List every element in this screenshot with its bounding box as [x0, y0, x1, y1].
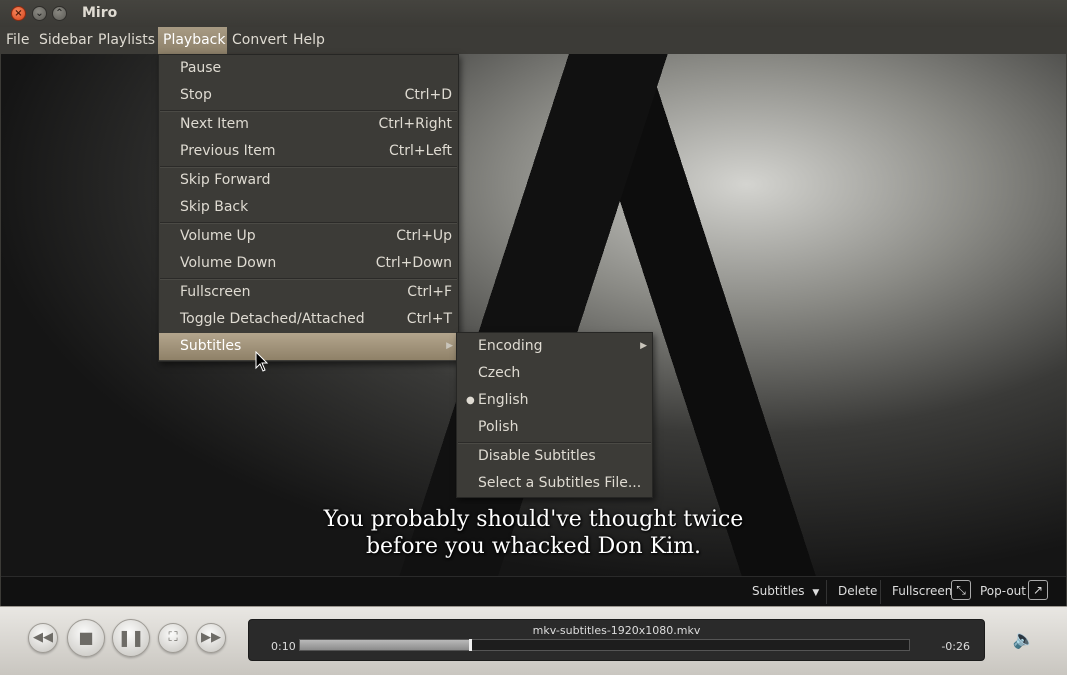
- menu-item-next-item[interactable]: Next Item Ctrl+Right: [159, 111, 458, 138]
- mouse-cursor-icon: [255, 351, 269, 372]
- menu-item-toggle-detached[interactable]: Toggle Detached/Attached Ctrl+T: [159, 306, 458, 333]
- menu-playback[interactable]: Playback: [158, 27, 227, 54]
- menu-item-label: Select a Subtitles File...: [478, 475, 642, 491]
- menu-item-shortcut: Ctrl+Down: [375, 255, 452, 271]
- menu-item-volume-down[interactable]: Volume Down Ctrl+Down: [159, 250, 458, 277]
- menu-item-shortcut: Ctrl+Up: [396, 228, 452, 244]
- popout-button[interactable]: Pop-out: [980, 577, 1026, 607]
- pause-icon[interactable]: ❚❚: [112, 619, 150, 657]
- playback-bar: ◀◀ ■ ❚❚ ⛶ ▶▶ mkv-subtitles-1920x1080.mkv…: [0, 606, 1067, 675]
- close-icon[interactable]: ×: [11, 6, 26, 21]
- menu-item-skip-forward[interactable]: Skip Forward: [159, 167, 458, 194]
- progress-slider[interactable]: [299, 639, 910, 651]
- menu-item-shortcut: Ctrl+Right: [378, 116, 452, 132]
- subtitle-text: You probably should've thought twice bef…: [1, 506, 1066, 560]
- menu-bar: File Sidebar Playlists Playback Convert …: [0, 27, 1067, 54]
- fast-forward-icon[interactable]: ▶▶: [196, 623, 226, 653]
- menu-help[interactable]: Help: [288, 27, 330, 54]
- menu-file[interactable]: File: [1, 27, 34, 54]
- menu-item-subtitles[interactable]: Subtitles ▶: [159, 333, 458, 360]
- subtitles-dropdown[interactable]: Subtitles ▼: [752, 577, 819, 607]
- chevron-down-icon: ▼: [812, 588, 820, 598]
- submenu-item-czech[interactable]: Czech: [457, 360, 652, 387]
- progress-thumb[interactable]: [469, 639, 472, 651]
- menu-item-shortcut: Ctrl+Left: [389, 143, 452, 159]
- fullscreen-button[interactable]: Fullscreen: [892, 577, 952, 607]
- menu-item-label: Volume Up: [180, 228, 256, 244]
- submenu-item-polish[interactable]: Polish: [457, 414, 652, 441]
- menu-item-volume-up[interactable]: Volume Up Ctrl+Up: [159, 223, 458, 250]
- fullscreen-icon[interactable]: ⛶: [158, 623, 188, 653]
- menu-item-shortcut: Ctrl+F: [407, 284, 452, 300]
- volume-icon[interactable]: 🔈: [1012, 627, 1036, 653]
- divider: [880, 580, 881, 604]
- menu-item-stop[interactable]: Stop Ctrl+D: [159, 82, 458, 109]
- remaining-time: -0:26: [941, 640, 970, 653]
- subtitles-dropdown-label: Subtitles: [752, 584, 805, 598]
- menu-item-fullscreen[interactable]: Fullscreen Ctrl+F: [159, 279, 458, 306]
- menu-item-label: Fullscreen: [180, 284, 251, 300]
- submenu-item-select-file[interactable]: Select a Subtitles File...: [457, 470, 652, 497]
- maximize-icon[interactable]: ⌃: [52, 6, 67, 21]
- fullscreen-icon[interactable]: ⤡: [951, 580, 971, 600]
- menu-item-label: Previous Item: [180, 143, 276, 159]
- submenu-arrow-icon: ▶: [446, 341, 453, 351]
- menu-item-previous-item[interactable]: Previous Item Ctrl+Left: [159, 138, 458, 165]
- menu-item-label: Stop: [180, 87, 212, 103]
- subtitle-line-2: before you whacked Don Kim.: [365, 534, 702, 559]
- menu-item-label: English: [478, 392, 529, 408]
- playback-menu: Pause Stop Ctrl+D Next Item Ctrl+Right P…: [158, 54, 459, 362]
- menu-item-label: Czech: [478, 365, 521, 381]
- menu-playlists[interactable]: Playlists: [93, 27, 160, 54]
- menu-item-label: Polish: [478, 419, 519, 435]
- video-toolbar: Subtitles ▼ Delete Fullscreen ⤡ Pop-out …: [1, 576, 1066, 607]
- menu-item-label: Pause: [180, 60, 222, 76]
- menu-item-label: Disable Subtitles: [478, 448, 596, 464]
- delete-button[interactable]: Delete: [838, 577, 877, 607]
- menu-item-label: Skip Forward: [180, 172, 271, 188]
- window-title: Miro: [82, 5, 118, 21]
- menu-item-label: Next Item: [180, 116, 249, 132]
- minimize-icon[interactable]: ⌄: [32, 6, 47, 21]
- subtitle-line-1: You probably should've thought twice: [323, 507, 744, 532]
- rewind-icon[interactable]: ◀◀: [28, 623, 58, 653]
- submenu-item-english[interactable]: ● English: [457, 387, 652, 414]
- menu-item-skip-back[interactable]: Skip Back: [159, 194, 458, 221]
- elapsed-time: 0:10: [271, 640, 296, 653]
- menu-item-label: Toggle Detached/Attached: [180, 311, 365, 327]
- subtitles-submenu: Encoding ▶ Czech ● English Polish Disabl…: [456, 332, 653, 498]
- menu-item-label: Encoding: [478, 338, 543, 354]
- radio-bullet-icon: ●: [466, 395, 475, 406]
- stop-icon[interactable]: ■: [67, 619, 105, 657]
- menu-item-label: Subtitles: [180, 338, 242, 354]
- submenu-arrow-icon: ▶: [640, 341, 647, 351]
- menu-sidebar[interactable]: Sidebar: [34, 27, 98, 54]
- menu-item-shortcut: Ctrl+D: [404, 87, 452, 103]
- divider: [826, 580, 827, 604]
- title-bar: × ⌄ ⌃ Miro: [0, 0, 1067, 27]
- now-playing-filename: mkv-subtitles-1920x1080.mkv: [532, 624, 701, 637]
- menu-item-label: Volume Down: [180, 255, 277, 271]
- submenu-item-encoding[interactable]: Encoding ▶: [457, 333, 652, 360]
- progress-fill: [300, 640, 469, 650]
- submenu-item-disable-subtitles[interactable]: Disable Subtitles: [457, 443, 652, 470]
- menu-item-shortcut: Ctrl+T: [406, 311, 452, 327]
- menu-item-label: Skip Back: [180, 199, 249, 215]
- popout-icon[interactable]: ↗: [1028, 580, 1048, 600]
- menu-item-pause[interactable]: Pause: [159, 55, 458, 82]
- menu-convert[interactable]: Convert: [227, 27, 292, 54]
- now-playing-panel: mkv-subtitles-1920x1080.mkv 0:10 -0:26: [248, 619, 985, 661]
